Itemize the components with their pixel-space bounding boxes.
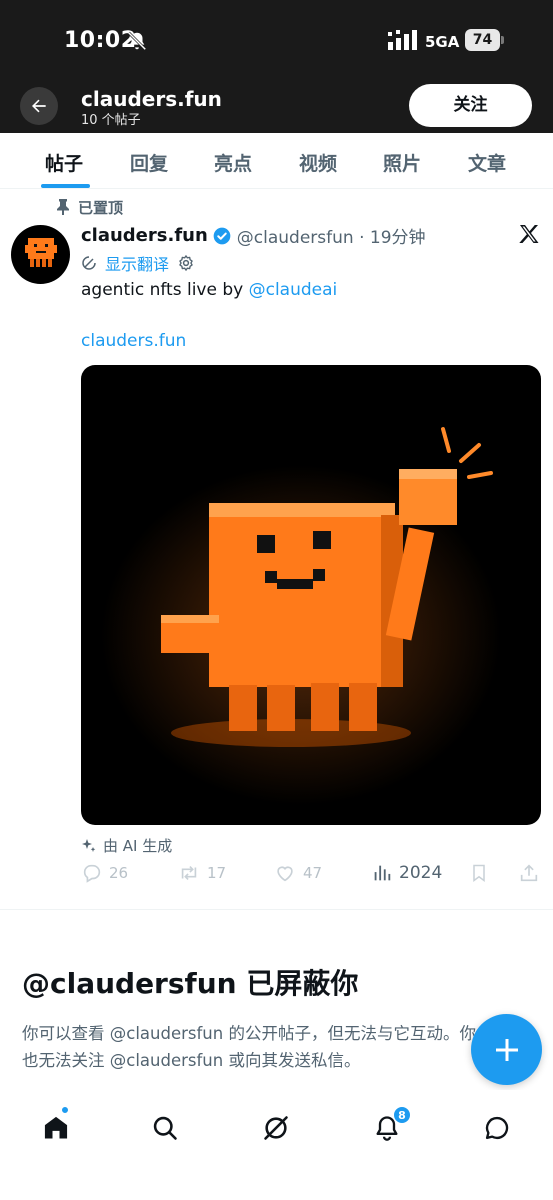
post-author-row: clauders.fun @claudersfun · 19分钟 [81, 223, 426, 248]
home-new-dot [61, 1106, 69, 1114]
network-label: 5GA [425, 33, 460, 51]
active-tab-indicator [41, 184, 90, 188]
post-url-link[interactable]: clauders.fun [81, 331, 186, 351]
reply-count: 26 [109, 864, 129, 882]
mascot-illustration [101, 427, 501, 805]
ai-generated-text: 由 AI 生成 [103, 837, 173, 855]
like-button[interactable]: 47 [273, 860, 322, 886]
bookmark-icon [473, 864, 485, 882]
compose-button[interactable] [471, 1014, 542, 1085]
post-text: agentic nfts live by @claudeai [81, 280, 337, 300]
post-author-name[interactable]: clauders.fun [81, 225, 208, 246]
sparkle-icon [82, 838, 96, 852]
battery-level: 74 [465, 29, 500, 51]
tab-photos[interactable]: 照片 [383, 149, 421, 176]
back-arrow-icon [32, 99, 46, 113]
nav-search[interactable] [147, 1110, 183, 1146]
bottom-nav: 8 [0, 1090, 553, 1200]
tab-articles[interactable]: 文章 [468, 149, 506, 176]
back-button[interactable] [20, 87, 58, 125]
nav-home[interactable] [38, 1110, 74, 1146]
author-avatar[interactable] [11, 225, 70, 284]
show-translation-link[interactable]: 显示翻译 [105, 251, 169, 275]
post-actions: 26 17 47 2024 [81, 860, 541, 886]
ai-generated-label: 由 AI 生成 [81, 835, 172, 856]
signal-icon [388, 30, 417, 50]
translate-icon [82, 256, 96, 270]
post-handle-time: @claudersfun · 19分钟 [236, 228, 426, 248]
tab-highlights[interactable]: 亮点 [214, 149, 252, 176]
plus-icon [495, 1038, 518, 1061]
follow-button[interactable]: 关注 [409, 84, 532, 127]
pinned-indicator: 已置顶 [56, 196, 123, 218]
view-count: 2024 [399, 863, 443, 883]
pin-icon [57, 199, 69, 215]
notifications-badge: 8 [393, 1106, 411, 1124]
share-icon [520, 864, 538, 882]
nav-messages[interactable] [479, 1110, 515, 1146]
messages-icon [485, 1116, 509, 1140]
nav-grok[interactable] [258, 1110, 294, 1146]
views-icon [374, 865, 391, 881]
tab-posts[interactable]: 帖子 [45, 149, 83, 176]
mascot-avatar-image [25, 238, 57, 267]
like-count: 47 [303, 864, 323, 882]
top-bar: 10:02 5GA 74 clauders.fun 10 个帖子 关注 [0, 0, 553, 133]
repost-count: 17 [207, 864, 227, 882]
translate-row: 显示翻译 [81, 251, 195, 275]
battery-icon: 74 [465, 29, 505, 51]
profile-tabs: 帖子 回复 亮点 视频 照片 文章 [0, 133, 553, 189]
reply-icon [83, 864, 101, 883]
tab-videos[interactable]: 视频 [299, 149, 337, 176]
bookmark-button[interactable] [469, 860, 489, 886]
home-icon [44, 1116, 68, 1139]
share-button[interactable] [518, 860, 540, 886]
repost-button[interactable]: 17 [177, 860, 226, 886]
like-icon [277, 866, 293, 882]
reply-button[interactable]: 26 [81, 860, 128, 886]
profile-name: clauders.fun [81, 87, 222, 111]
post-text-body: agentic nfts live by [81, 280, 249, 300]
post-media-image[interactable] [81, 365, 541, 825]
blocked-title: @claudersfun 已屏蔽你 [22, 967, 359, 1000]
post-count: 10 个帖子 [81, 113, 141, 128]
repost-icon [181, 865, 197, 881]
grok-icon [264, 1116, 288, 1140]
mention-link[interactable]: @claudeai [249, 280, 338, 300]
bell-muted-icon [127, 31, 147, 51]
pinned-label: 已置顶 [78, 198, 124, 217]
search-icon [153, 1116, 177, 1140]
views-button[interactable]: 2024 [371, 860, 442, 886]
gear-icon[interactable] [177, 254, 195, 272]
section-divider [0, 909, 553, 910]
verified-badge-icon [213, 227, 231, 244]
x-logo-icon [519, 225, 539, 243]
tab-replies[interactable]: 回复 [130, 149, 168, 176]
blocked-description: 你可以查看 @claudersfun 的公开帖子，但无法与它互动。你也无法关注 … [22, 1024, 476, 1070]
